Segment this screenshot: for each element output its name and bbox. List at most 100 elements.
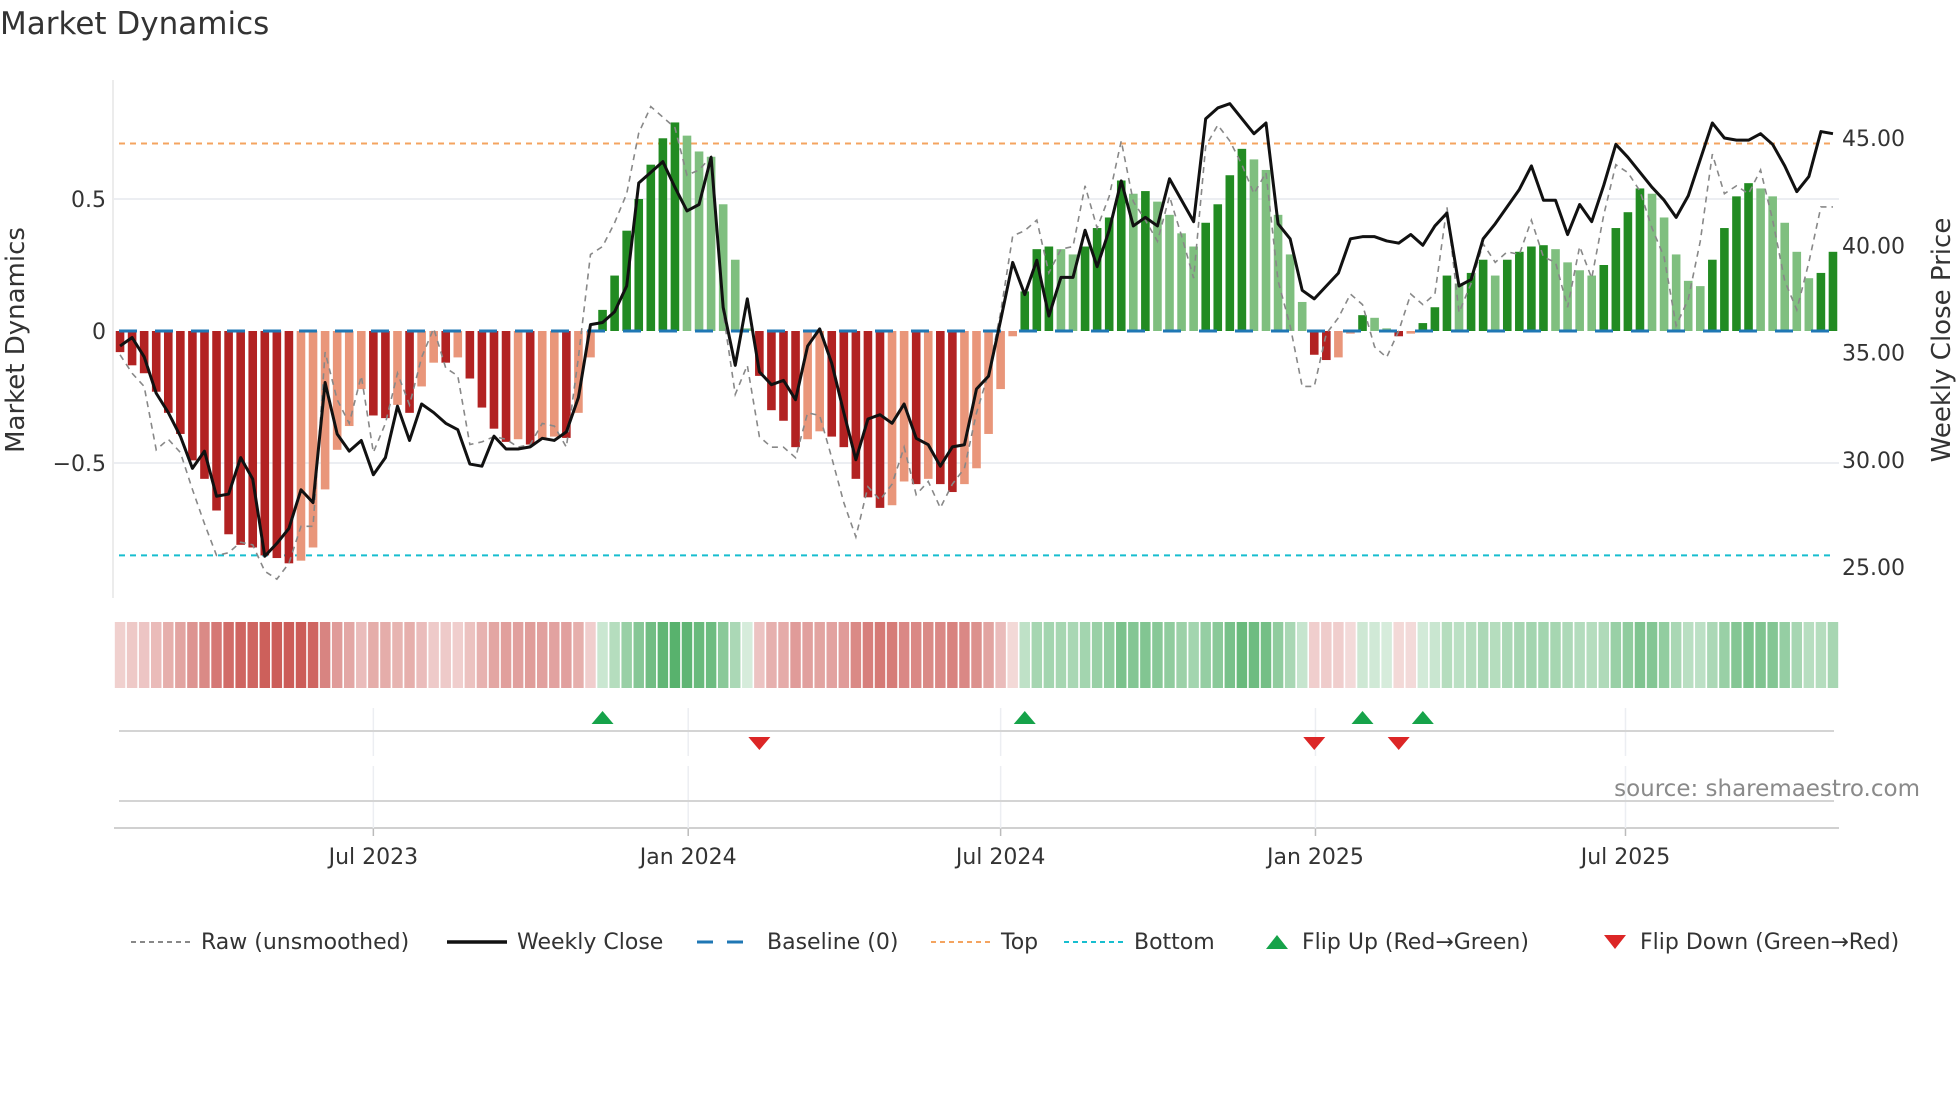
- histogram-bar: [1828, 251, 1838, 331]
- histogram-bar: [465, 331, 475, 379]
- heat-strip-cell: [1188, 622, 1199, 688]
- heat-strip-cell: [609, 622, 620, 688]
- heat-strip-cell: [1333, 622, 1344, 688]
- histogram-bar: [827, 331, 837, 437]
- heat-strip-cell: [790, 622, 801, 688]
- histogram-bar: [1237, 148, 1247, 331]
- heat-strip-cell: [826, 622, 837, 688]
- heat-strip-cell: [1695, 622, 1706, 688]
- heat-strip-cell: [1321, 622, 1332, 688]
- histogram-bar: [1008, 331, 1017, 337]
- heat-strip-cell: [1260, 622, 1272, 688]
- heat-strip-cell: [1743, 622, 1754, 688]
- histogram-bar: [815, 331, 824, 432]
- right-tick-label: 25.00: [1842, 556, 1905, 581]
- heat-strip-cell: [1140, 622, 1151, 688]
- heat-strip-cell: [1682, 622, 1694, 688]
- histogram-bar: [948, 331, 957, 493]
- heat-strip-cell: [1526, 622, 1537, 688]
- flip-up-marker: [1411, 711, 1434, 724]
- heat-strip-cell: [1453, 622, 1465, 688]
- histogram-bar: [1551, 249, 1560, 331]
- x-tick-label: Jul 2025: [1579, 845, 1671, 870]
- histogram-bar: [236, 331, 245, 545]
- histogram-bar: [308, 331, 318, 548]
- heat-strip-cell: [1610, 622, 1622, 688]
- histogram-bar: [1285, 254, 1295, 331]
- histogram-bar: [1249, 159, 1259, 331]
- heat-strip-cell: [1067, 622, 1079, 688]
- heat-strip-cell: [910, 622, 922, 688]
- histogram-bar: [1756, 188, 1765, 331]
- histogram-bar: [1804, 278, 1814, 331]
- heat-strip-cell: [693, 622, 705, 688]
- heat-strip-cell: [1248, 622, 1260, 688]
- histogram-bar: [1720, 228, 1729, 331]
- histogram-bar: [1322, 331, 1331, 361]
- histogram-bar: [1442, 275, 1452, 331]
- histogram-bar: [1261, 169, 1271, 331]
- heat-strip-cell: [1417, 622, 1429, 688]
- heat-strip-cell: [862, 622, 874, 688]
- heat-strip-cell: [1827, 622, 1839, 688]
- flip-up-marker: [591, 711, 614, 724]
- histogram-bar: [501, 331, 511, 442]
- heat-strip-cell: [1550, 622, 1561, 688]
- legend-item-baseline: Baseline (0): [697, 922, 898, 962]
- histogram-bar: [549, 331, 559, 437]
- right-tick-label: 30.00: [1842, 449, 1905, 474]
- legend: Raw (unsmoothed) Weekly Close Baseline (0)…: [0, 922, 1960, 962]
- histogram-bar: [1273, 214, 1283, 331]
- heat-strip-cell: [730, 622, 741, 688]
- histogram-bar: [1768, 196, 1777, 331]
- heat-strip-cell: [585, 622, 596, 688]
- heat-strip-cell: [1767, 622, 1778, 688]
- histogram-bar: [1213, 204, 1223, 331]
- right-tick-label: 35.00: [1842, 342, 1905, 367]
- histogram-bar: [1092, 228, 1102, 331]
- histogram-bar: [911, 331, 921, 485]
- heat-strip-cell: [307, 622, 319, 688]
- histogram-bar: [417, 331, 426, 387]
- heat-strip-cell: [1007, 622, 1018, 688]
- histogram-bar: [1515, 251, 1524, 331]
- histogram-bar: [1744, 183, 1753, 331]
- heat-strip-cell: [488, 622, 500, 688]
- legend-swatch-baseline: [697, 940, 757, 944]
- x-tick-label: Jul 2024: [954, 845, 1046, 870]
- heat-strip-cell: [187, 622, 198, 688]
- histogram-bar: [1659, 217, 1669, 331]
- heat-strip-cell: [211, 622, 222, 688]
- heat-strip-cell: [356, 622, 367, 688]
- heat-strip-cell: [404, 622, 415, 688]
- histogram-bar: [1732, 196, 1741, 331]
- heat-strip-cell: [235, 622, 246, 688]
- flip-up-marker: [1351, 711, 1374, 724]
- heat-strip-cell: [319, 622, 331, 688]
- heat-strip-cell: [223, 622, 234, 688]
- heat-strip-cell: [923, 622, 934, 688]
- heat-strip-cell: [549, 622, 560, 688]
- histogram-bar: [163, 331, 173, 413]
- histogram-bar: [1792, 251, 1802, 331]
- flip-down-marker: [748, 737, 771, 750]
- histogram-bar: [1575, 270, 1584, 331]
- heat-strip-cell: [1091, 622, 1103, 688]
- heat-strip-cell: [524, 622, 536, 688]
- heat-strip-cell: [1598, 622, 1610, 688]
- legend-label: Weekly Close: [517, 929, 664, 955]
- heat-strip-cell: [1719, 622, 1730, 688]
- heat-strip-cell: [1031, 622, 1043, 688]
- histogram-bar: [1080, 246, 1090, 331]
- heat-strip-cell: [1502, 622, 1513, 688]
- heat-strip-cell: [1345, 622, 1356, 688]
- heat-strip: [114, 622, 1839, 688]
- heat-strip-cell: [114, 622, 126, 688]
- heat-strip-cell: [1477, 622, 1489, 688]
- heat-strip-cell: [1236, 622, 1248, 688]
- heat-strip-cell: [983, 622, 994, 688]
- histogram-bar: [1611, 228, 1621, 331]
- histogram-bar: [1635, 188, 1645, 331]
- heat-strip-cell: [1212, 622, 1223, 688]
- heat-strip-cell: [1574, 622, 1585, 688]
